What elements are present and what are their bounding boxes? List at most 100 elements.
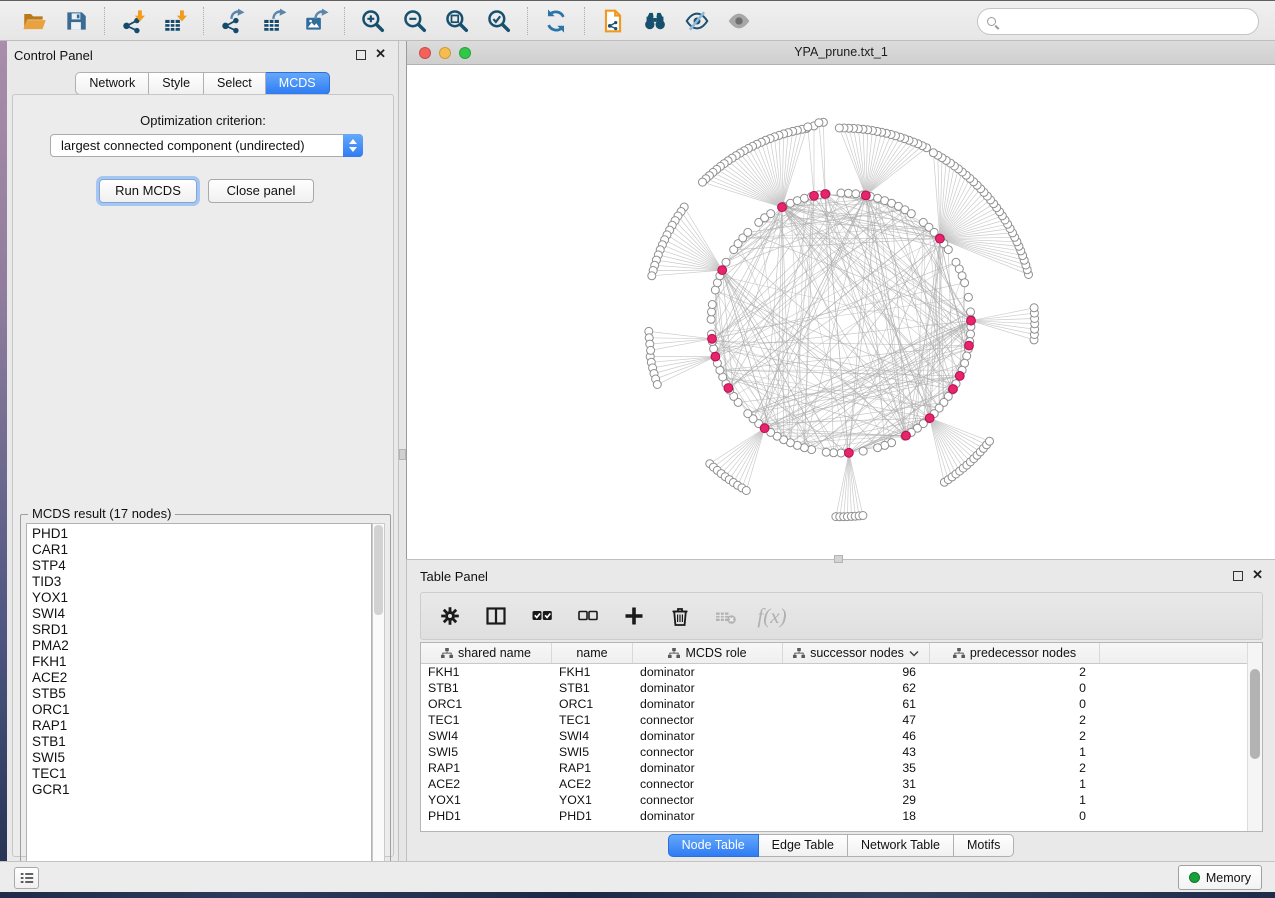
table-cell[interactable]: 46	[783, 728, 930, 744]
table-cell[interactable]: STB1	[421, 680, 552, 696]
network-node[interactable]	[647, 346, 655, 354]
zoom-selected-button[interactable]	[483, 5, 515, 37]
mcds-result-item[interactable]: PMA2	[32, 638, 371, 654]
mcds-result-item[interactable]: STB1	[32, 734, 371, 750]
table-cell[interactable]: SWI4	[421, 728, 552, 744]
table-row[interactable]: SWI4SWI4dominator462	[421, 728, 1248, 744]
network-node[interactable]	[707, 315, 715, 323]
table-cell[interactable]: dominator	[633, 680, 783, 696]
tab-mcds[interactable]: MCDS	[266, 72, 330, 95]
mcds-node[interactable]	[861, 191, 870, 200]
table-cell[interactable]: 62	[783, 680, 930, 696]
toggle-panel-button[interactable]	[481, 601, 511, 631]
mcds-result-item[interactable]: ORC1	[32, 702, 371, 718]
eye-slash-button[interactable]	[681, 5, 713, 37]
tab-network[interactable]: Network	[75, 72, 149, 95]
table-cell[interactable]: 2	[930, 712, 1100, 728]
network-node[interactable]	[852, 190, 860, 198]
network-node[interactable]	[815, 119, 823, 127]
network-node[interactable]	[859, 512, 867, 520]
memory-button[interactable]: Memory	[1178, 865, 1262, 890]
table-row[interactable]: ORC1ORC1dominator610	[421, 696, 1248, 712]
save-button[interactable]	[60, 5, 92, 37]
select-all-button[interactable]	[527, 601, 557, 631]
table-cell[interactable]: connector	[633, 776, 783, 792]
delete-column-button[interactable]	[665, 601, 695, 631]
mcds-node[interactable]	[936, 234, 945, 243]
table-cell[interactable]: YOX1	[421, 792, 552, 808]
mcds-node[interactable]	[955, 372, 964, 381]
mcds-node[interactable]	[821, 190, 830, 199]
table-cell[interactable]: 35	[783, 760, 930, 776]
tab-network-table[interactable]: Network Table	[848, 834, 954, 857]
network-node[interactable]	[986, 437, 994, 445]
search-input[interactable]	[996, 9, 1258, 34]
network-node[interactable]	[859, 447, 867, 455]
column-header-predecessor-nodes[interactable]: predecessor nodes	[930, 643, 1100, 663]
table-row[interactable]: STB1STB1dominator620	[421, 680, 1248, 696]
table-cell[interactable]: connector	[633, 712, 783, 728]
refresh-button[interactable]	[540, 5, 572, 37]
mcds-result-item[interactable]: TID3	[32, 574, 371, 590]
mcds-result-item[interactable]: STB5	[32, 686, 371, 702]
mcds-result-item[interactable]: RAP1	[32, 718, 371, 734]
network-node[interactable]	[961, 279, 969, 287]
table-cell[interactable]: ORC1	[421, 696, 552, 712]
tab-edge-table[interactable]: Edge Table	[759, 834, 848, 857]
deselect-all-button[interactable]	[573, 601, 603, 631]
zoom-out-button[interactable]	[399, 5, 431, 37]
mcds-result-item[interactable]: GCR1	[32, 782, 371, 798]
mcds-node[interactable]	[810, 191, 819, 200]
table-cell[interactable]: 47	[783, 712, 930, 728]
result-scrollbar-thumb[interactable]	[374, 525, 383, 615]
table-row[interactable]: FKH1FKH1dominator962	[421, 664, 1248, 680]
zoom-in-button[interactable]	[357, 5, 389, 37]
float-table-panel-icon[interactable]	[1233, 571, 1243, 581]
table-cell[interactable]: ACE2	[421, 776, 552, 792]
mcds-result-item[interactable]: STP4	[32, 558, 371, 574]
table-scrollbar[interactable]	[1247, 643, 1262, 831]
network-node[interactable]	[822, 448, 830, 456]
tab-select[interactable]: Select	[204, 72, 266, 95]
table-cell[interactable]: PHD1	[421, 808, 552, 824]
mcds-node[interactable]	[902, 431, 911, 440]
table-row[interactable]: SWI5SWI5connector431	[421, 744, 1248, 760]
table-row[interactable]: TEC1TEC1connector472	[421, 712, 1248, 728]
table-cell[interactable]: 96	[783, 664, 930, 680]
table-row[interactable]: PHD1PHD1dominator180	[421, 808, 1248, 824]
network-node[interactable]	[967, 308, 975, 316]
mcds-result-item[interactable]: TEC1	[32, 766, 371, 782]
network-node[interactable]	[722, 258, 730, 266]
mcds-result-item[interactable]: SWI5	[32, 750, 371, 766]
import-table-button[interactable]	[159, 5, 191, 37]
table-cell[interactable]: 2	[930, 728, 1100, 744]
network-node[interactable]	[744, 228, 752, 236]
network-node[interactable]	[742, 487, 750, 495]
column-header-MCDS-role[interactable]: MCDS role	[633, 643, 783, 663]
network-node[interactable]	[907, 210, 915, 218]
table-cell[interactable]: TEC1	[421, 712, 552, 728]
table-cell[interactable]: dominator	[633, 760, 783, 776]
close-panel-icon[interactable]: ✕	[375, 47, 386, 61]
table-cell[interactable]: SWI4	[552, 728, 633, 744]
mcds-node[interactable]	[724, 384, 733, 393]
column-header-name[interactable]: name	[552, 643, 633, 663]
column-header-successor-nodes[interactable]: successor nodes	[783, 643, 930, 663]
panel-splitter-vertical[interactable]	[399, 41, 406, 861]
network-node[interactable]	[844, 189, 852, 197]
zoom-fit-button[interactable]	[441, 5, 473, 37]
import-network-button[interactable]	[117, 5, 149, 37]
network-node[interactable]	[967, 330, 975, 338]
network-node[interactable]	[648, 272, 656, 280]
table-cell[interactable]: 29	[783, 792, 930, 808]
add-column-button[interactable]	[619, 601, 649, 631]
mcds-result-item[interactable]: PHD1	[32, 526, 371, 542]
network-node[interactable]	[830, 449, 838, 457]
open-button[interactable]	[18, 5, 50, 37]
table-cell[interactable]: dominator	[633, 728, 783, 744]
table-cell[interactable]: 61	[783, 696, 930, 712]
mcds-node[interactable]	[845, 448, 854, 457]
table-cell[interactable]: 0	[930, 696, 1100, 712]
table-row[interactable]: RAP1RAP1dominator352	[421, 760, 1248, 776]
export-image-button[interactable]	[300, 5, 332, 37]
